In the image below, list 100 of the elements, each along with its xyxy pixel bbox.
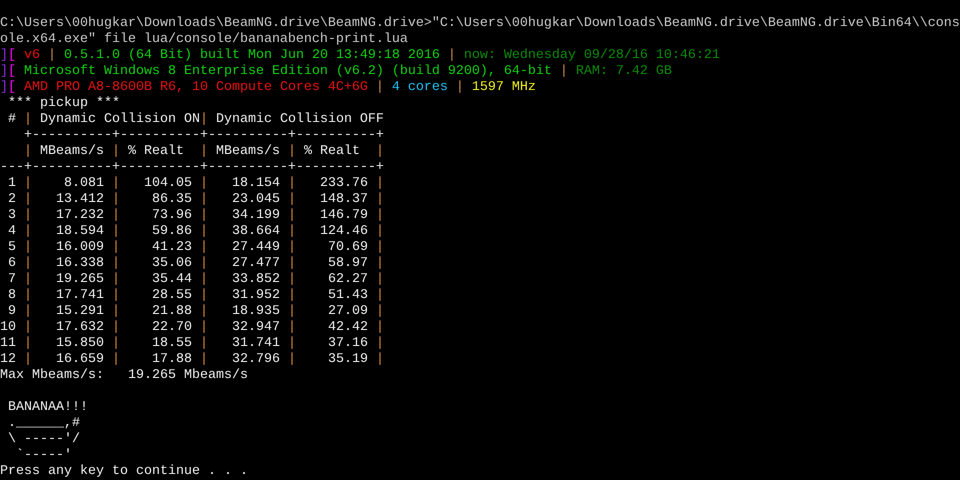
table-border: | (24, 208, 32, 223)
table-border: | (376, 208, 384, 223)
table-border: | (112, 352, 120, 367)
table-cell-text: 37.16 (326, 336, 369, 351)
column-heading: % Realt (302, 144, 361, 159)
table-cell-text: 2 (6, 192, 17, 207)
table-border: | (200, 224, 208, 239)
command-text: C:\Users\00hugkar\Downloads\BeamNG.drive\BeamNG.drive>"C:\Users\00hugkar\Downloads\BeamNG.drive\BeamNG.drive\Bin64\\cons (0, 16, 960, 31)
table-rule: ---+----------+----------+----------+----------+ (0, 160, 384, 175)
table-border: | (24, 224, 32, 239)
table-border: | (376, 240, 384, 255)
table-border: | (112, 208, 120, 223)
ascii-art-text: \ -----'/ (6, 432, 80, 447)
table-cell-text: # (6, 112, 17, 127)
table-border: | (288, 192, 296, 207)
status-text: now: Wednesday 09/28/16 10:46:21 (464, 48, 720, 63)
table-cell-text: 23.045 (230, 192, 281, 207)
table-border: | (376, 224, 384, 239)
table-border: | (112, 288, 120, 303)
table-rule: +----------+----------+----------+----------+ (22, 128, 384, 143)
table-border: | (200, 288, 208, 303)
table-cell-text: 1 (6, 176, 17, 191)
status-text: | (558, 64, 569, 79)
table-border: | (24, 336, 32, 351)
table-cell-text: 38.664 (230, 224, 281, 239)
status-text: 0.5.1.0 (64 Bit) built Mon Jun 20 13:49:18 2016 (64, 48, 440, 63)
table-border: | (288, 256, 296, 271)
table-border: | (376, 304, 384, 319)
table-cell-text: 31.952 (230, 288, 281, 303)
table-cell-text: 18.154 (230, 176, 281, 191)
table-border: | (112, 272, 120, 287)
table-border: | (376, 272, 384, 287)
table-cell-text: 32.947 (230, 320, 281, 335)
table-border: | (24, 240, 32, 255)
status-text: [ (8, 64, 16, 79)
prompt-text: Press any key to continue . . . (0, 464, 248, 479)
status-text: ] (0, 48, 8, 63)
table-border: | (24, 320, 32, 335)
table-border: | (200, 208, 208, 223)
table-border: | (112, 304, 120, 319)
status-text: Microsoft Windows 8 Enterprise Edition (v6.2) (build 9200), 64-bit (22, 64, 552, 79)
table-cell-text: 16.009 (54, 240, 105, 255)
table-cell-text: 42.42 (326, 320, 369, 335)
table-border: | (112, 192, 120, 207)
table-cell-text: 16.659 (54, 352, 105, 367)
section-title: *** pickup *** (6, 96, 120, 111)
table-border: | (24, 272, 32, 287)
column-heading: Dynamic Collision OFF (214, 112, 384, 127)
table-cell-text: 9 (6, 304, 17, 319)
table-border: | (288, 208, 296, 223)
table-border: | (200, 320, 208, 335)
table-cell-text: 32.796 (230, 352, 281, 367)
table-cell-text: 62.27 (326, 272, 369, 287)
table-border: | (200, 256, 208, 271)
table-cell-text: 233.76 (318, 176, 369, 191)
table-border: | (200, 336, 208, 351)
table-border: | (112, 240, 120, 255)
table-cell-text: 17.88 (150, 352, 193, 367)
table-cell-text: 70.69 (326, 240, 369, 255)
table-border: | (288, 176, 296, 191)
table-cell-text: 17.632 (54, 320, 105, 335)
table-border: | (288, 144, 296, 159)
table-border: | (200, 240, 208, 255)
table-cell-text: 18.935 (230, 304, 281, 319)
ascii-art-text: BANANAA!!! (6, 400, 88, 415)
table-border: | (376, 144, 384, 159)
table-cell-text: 7 (6, 272, 17, 287)
table-border: | (112, 224, 120, 239)
table-cell-text: 10 (0, 320, 17, 335)
table-border: | (22, 144, 32, 159)
table-cell-text: 12 (0, 352, 17, 367)
table-border: | (376, 336, 384, 351)
table-border: | (288, 352, 296, 367)
table-cell-text: 11 (0, 336, 17, 351)
status-text: | (454, 80, 465, 95)
status-text: [ (8, 48, 16, 63)
table-border: | (24, 112, 32, 127)
table-border: | (288, 304, 296, 319)
table-border: | (200, 352, 208, 367)
table-border: | (200, 112, 208, 127)
column-heading: MBeams/s (38, 144, 105, 159)
column-heading: MBeams/s (214, 144, 281, 159)
table-border: | (376, 320, 384, 335)
table-cell-text: 51.43 (326, 288, 369, 303)
table-cell-text: 4 (6, 224, 17, 239)
table-cell-text: 35.44 (150, 272, 193, 287)
table-cell-text: 27.09 (326, 304, 369, 319)
result-text: Max Mbeams/s: 19.265 Mbeams/s (0, 368, 248, 383)
table-cell-text: 104.05 (142, 176, 193, 191)
table-cell-text: 19.265 (54, 272, 105, 287)
table-cell-text: 3 (6, 208, 17, 223)
status-text: [ (8, 80, 16, 95)
table-cell-text: 27.449 (230, 240, 281, 255)
table-cell-text: 58.97 (326, 256, 369, 271)
table-cell-text: 13.412 (54, 192, 105, 207)
table-cell-text: 31.741 (230, 336, 281, 351)
command-text: ole.x64.exe" file lua/console/bananabench-print.lua (0, 32, 408, 47)
status-text: ] (0, 64, 8, 79)
table-border: | (24, 176, 32, 191)
table-cell-text: 8 (6, 288, 17, 303)
